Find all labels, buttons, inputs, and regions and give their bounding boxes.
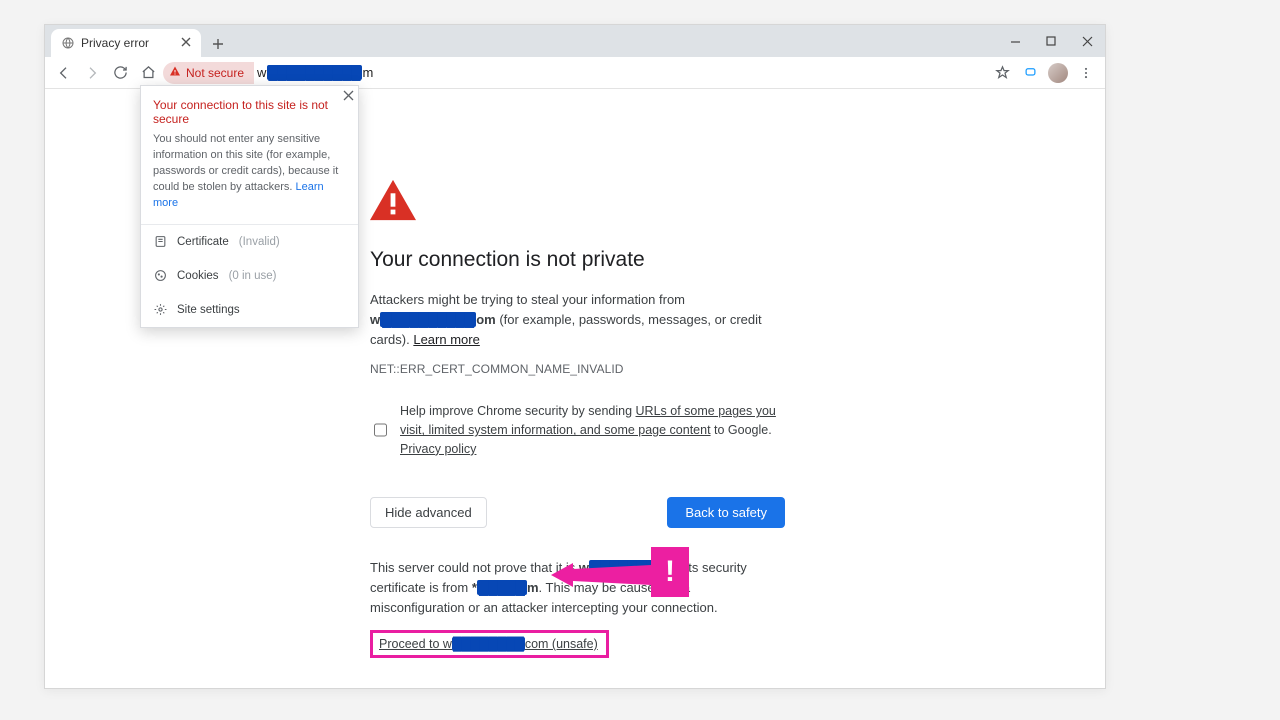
- button-row: Hide advanced Back to safety: [370, 497, 785, 528]
- redacted-host: ██████████: [380, 312, 476, 327]
- cookies-row[interactable]: Cookies (0 in use): [141, 259, 358, 293]
- window-maximize-button[interactable]: [1033, 25, 1069, 57]
- error-code: NET::ERR_CERT_COMMON_NAME_INVALID: [370, 362, 785, 376]
- certificate-icon: [153, 235, 167, 249]
- home-button[interactable]: [135, 60, 161, 86]
- popup-title: Your connection to this site is not secu…: [141, 86, 358, 126]
- bookmark-star-icon[interactable]: [989, 60, 1015, 86]
- menu-button[interactable]: [1073, 60, 1099, 86]
- extension-icon[interactable]: [1017, 60, 1043, 86]
- proceed-unsafe-link[interactable]: Proceed to w████████com (unsafe): [370, 630, 609, 658]
- privacy-policy-link[interactable]: Privacy policy: [400, 442, 476, 456]
- window-close-button[interactable]: [1069, 25, 1105, 57]
- annotation-mark: !: [651, 547, 689, 597]
- url-redacted: ██████████: [267, 65, 361, 80]
- forward-button[interactable]: [79, 60, 105, 86]
- tab-title: Privacy error: [81, 36, 149, 50]
- url-suffix: m: [362, 65, 375, 80]
- back-to-safety-button[interactable]: Back to safety: [667, 497, 785, 528]
- globe-icon: [61, 36, 75, 50]
- cookie-icon: [153, 269, 167, 283]
- url-prefix: w: [256, 65, 267, 80]
- annotation-arrow-icon: [551, 555, 661, 595]
- not-secure-chip[interactable]: Not secure: [163, 62, 254, 84]
- browser-window: Privacy error: [44, 24, 1106, 689]
- hide-advanced-button[interactable]: Hide advanced: [370, 497, 487, 528]
- optin-checkbox[interactable]: [374, 404, 387, 455]
- cookies-label: Cookies: [177, 270, 219, 282]
- tab-close-icon[interactable]: [181, 36, 191, 50]
- certificate-status: (Invalid): [239, 236, 280, 248]
- learn-more-link[interactable]: Learn more: [413, 332, 479, 347]
- popup-close-icon[interactable]: [343, 88, 354, 104]
- gear-icon: [153, 303, 167, 317]
- popup-body: You should not enter any sensitive infor…: [141, 126, 358, 224]
- certificate-label: Certificate: [177, 236, 229, 248]
- site-info-popup: Your connection to this site is not secu…: [140, 85, 359, 328]
- certificate-row[interactable]: Certificate (Invalid): [141, 225, 358, 259]
- profile-avatar[interactable]: [1045, 60, 1071, 86]
- site-settings-row[interactable]: Site settings: [141, 293, 358, 327]
- optin-row: Help improve Chrome security by sending …: [370, 402, 785, 458]
- big-warning-icon: [370, 179, 416, 221]
- tab-privacy-error[interactable]: Privacy error: [51, 29, 201, 57]
- reload-button[interactable]: [107, 60, 133, 86]
- interstitial-heading: Your connection is not private: [370, 248, 785, 272]
- tab-strip: Privacy error: [45, 25, 1105, 57]
- not-secure-label: Not secure: [186, 66, 244, 80]
- back-button[interactable]: [51, 60, 77, 86]
- site-settings-label: Site settings: [177, 304, 240, 316]
- window-minimize-button[interactable]: [997, 25, 1033, 57]
- interstitial-paragraph-1: Attackers might be trying to steal your …: [370, 290, 785, 350]
- new-tab-button[interactable]: [205, 31, 231, 57]
- address-bar[interactable]: w ██████████ m: [256, 65, 374, 80]
- warning-triangle-icon: [169, 65, 181, 80]
- window-controls: [997, 25, 1105, 57]
- cookies-status: (0 in use): [229, 270, 277, 282]
